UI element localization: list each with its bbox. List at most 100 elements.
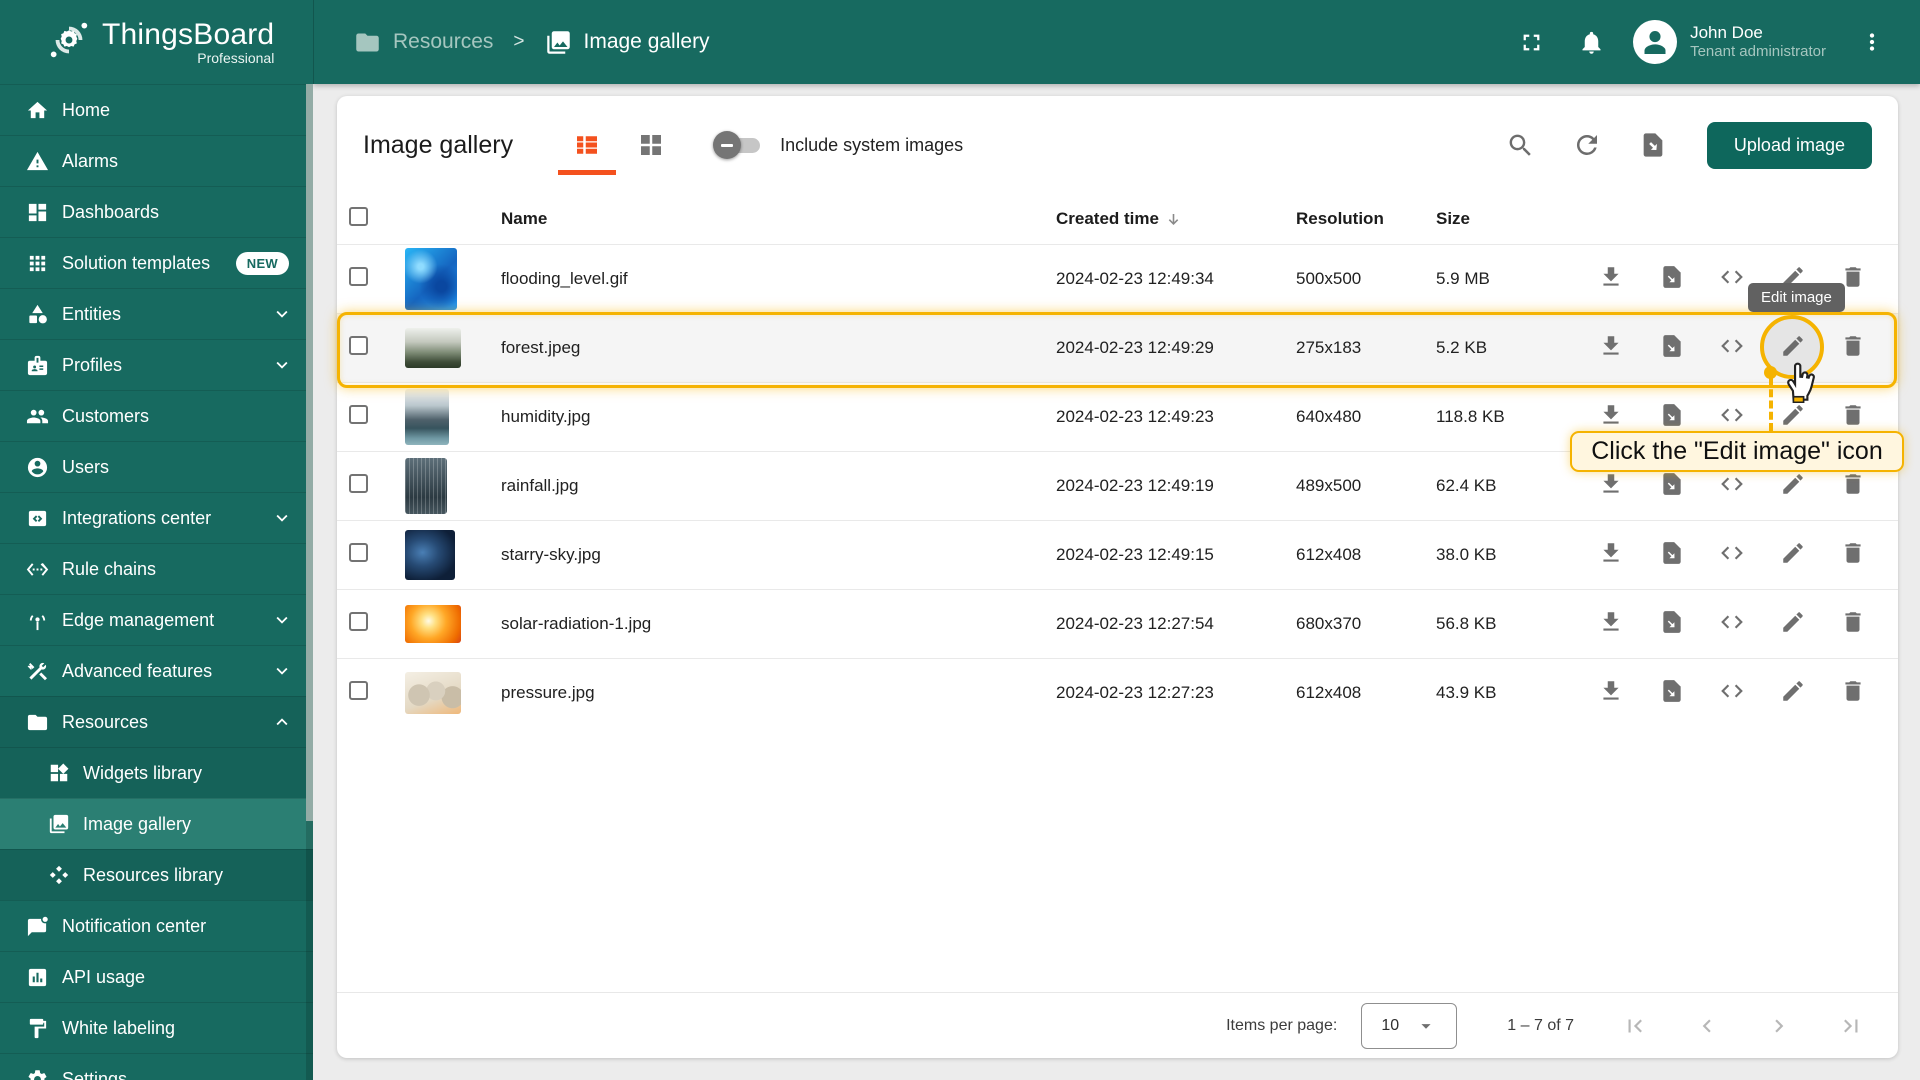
thingsboard-logo[interactable]: ThingsBoard Professional [0, 0, 313, 84]
sidebar-item-notification-center[interactable]: Notification center [0, 900, 313, 951]
delete-button[interactable] [1836, 331, 1870, 365]
edit-button[interactable] [1776, 607, 1810, 641]
next-page-button[interactable] [1766, 1013, 1792, 1039]
embed-button[interactable] [1715, 262, 1749, 296]
row-checkbox[interactable] [349, 267, 368, 286]
sidebar-item-api-usage[interactable]: API usage [0, 951, 313, 1002]
breadcrumb-resources[interactable]: Resources [354, 29, 493, 56]
upload-image-button[interactable]: Upload image [1706, 121, 1872, 169]
previous-page-button[interactable] [1694, 1013, 1720, 1039]
download-button[interactable] [1594, 400, 1628, 434]
sidebar-item-edge-management[interactable]: Edge management [0, 594, 313, 645]
avatar[interactable] [1633, 20, 1678, 64]
include-system-images-toggle[interactable] [713, 130, 765, 160]
table-row[interactable]: forest.jpeg 2024-02-23 12:49:29 275x183 5.2… [337, 313, 1898, 382]
export-button[interactable] [1655, 331, 1689, 365]
download-button[interactable] [1594, 469, 1628, 503]
column-size[interactable]: Size [1436, 209, 1586, 229]
delete-button[interactable] [1836, 400, 1870, 434]
sidebar-item-image-gallery[interactable]: Image gallery [0, 798, 313, 849]
fullscreen-button[interactable] [1507, 18, 1555, 66]
delete-button[interactable] [1836, 676, 1870, 710]
delete-button[interactable] [1836, 607, 1870, 641]
sidebar-item-entities[interactable]: Entities [0, 288, 313, 339]
sidebar-item-resources-library[interactable]: Resources library [0, 849, 313, 900]
embed-button[interactable] [1715, 469, 1749, 503]
delete-button[interactable] [1836, 262, 1870, 296]
table-row[interactable]: solar-radiation-1.jpg 2024-02-23 12:27:54… [337, 589, 1898, 658]
row-checkbox[interactable] [349, 681, 368, 700]
export-button[interactable] [1655, 607, 1689, 641]
table-row[interactable]: starry-sky.jpg 2024-02-23 12:49:15 612x408… [337, 520, 1898, 589]
tab-grid-view[interactable] [619, 113, 683, 177]
edit-button[interactable] [1776, 400, 1810, 434]
delete-icon [1840, 333, 1866, 364]
row-checkbox[interactable] [349, 336, 368, 355]
table-row[interactable]: pressure.jpg 2024-02-23 12:27:23 612x408 43… [337, 658, 1898, 727]
embed-button[interactable] [1715, 538, 1749, 572]
sidebar-item-solution-templates[interactable]: Solution templates NEW [0, 237, 313, 288]
sidebar-item-rule-chains[interactable]: Rule chains [0, 543, 313, 594]
sidebar-item-alarms[interactable]: Alarms [0, 135, 313, 186]
sidebar-item-dashboards[interactable]: Dashboards [0, 186, 313, 237]
sidebar-item-white-labeling[interactable]: White labeling [0, 1002, 313, 1053]
sidebar-item-widgets-library[interactable]: Widgets library [0, 747, 313, 798]
edit-button[interactable] [1776, 262, 1810, 296]
column-name[interactable]: Name [501, 209, 1056, 229]
export-button[interactable] [1655, 538, 1689, 572]
table-row[interactable]: humidity.jpg 2024-02-23 12:49:23 640x480 11… [337, 382, 1898, 451]
import-image-button[interactable] [1627, 119, 1679, 171]
tab-list-view[interactable] [555, 113, 619, 177]
download-button[interactable] [1594, 676, 1628, 710]
column-resolution[interactable]: Resolution [1296, 209, 1436, 229]
edit-button[interactable] [1776, 469, 1810, 503]
export-button[interactable] [1655, 469, 1689, 503]
edit-button[interactable] [1776, 676, 1810, 710]
row-checkbox[interactable] [349, 543, 368, 562]
items-per-page-select[interactable]: 10 [1361, 1002, 1458, 1049]
sidebar-item-integrations-center[interactable]: Integrations center [0, 492, 313, 543]
download-icon [1598, 471, 1624, 502]
delete-button[interactable] [1836, 538, 1870, 572]
row-checkbox[interactable] [349, 474, 368, 493]
last-page-button[interactable] [1838, 1013, 1864, 1039]
embed-button[interactable] [1715, 676, 1749, 710]
breadcrumb-separator: > [513, 31, 525, 52]
edit-button[interactable] [1776, 538, 1810, 572]
delete-button[interactable] [1836, 469, 1870, 503]
export-button[interactable] [1655, 400, 1689, 434]
download-button[interactable] [1594, 262, 1628, 296]
edit-button[interactable] [1776, 331, 1810, 365]
resolution: 489x500 [1296, 476, 1362, 495]
download-button[interactable] [1594, 538, 1628, 572]
sidebar-item-users[interactable]: Users [0, 441, 313, 492]
select-all-checkbox[interactable] [349, 207, 368, 226]
sidebar-scrollbar-thumb[interactable] [306, 84, 313, 822]
refresh-button[interactable] [1561, 119, 1613, 171]
notifications-button[interactable] [1567, 18, 1615, 66]
column-created-time[interactable]: Created time [1056, 209, 1296, 229]
sidebar-item-advanced-features[interactable]: Advanced features [0, 645, 313, 696]
table-row[interactable]: flooding_level.gif 2024-02-23 12:49:34 500… [337, 244, 1898, 313]
more-menu-button[interactable] [1848, 18, 1896, 66]
download-button[interactable] [1594, 607, 1628, 641]
embed-button[interactable] [1715, 400, 1749, 434]
sidebar-item-home[interactable]: Home [0, 84, 313, 135]
table-row[interactable]: rainfall.jpg 2024-02-23 12:49:19 489x500 62… [337, 451, 1898, 520]
search-button[interactable] [1495, 119, 1547, 171]
embed-button[interactable] [1715, 331, 1749, 365]
download-button[interactable] [1594, 331, 1628, 365]
embed-button[interactable] [1715, 607, 1749, 641]
sidebar-item-settings[interactable]: Settings [0, 1053, 313, 1080]
row-checkbox[interactable] [349, 405, 368, 424]
first-page-button[interactable] [1622, 1013, 1648, 1039]
sidebar-item-label: Solution templates [62, 252, 211, 273]
sidebar-item-customers[interactable]: Customers [0, 390, 313, 441]
row-checkbox[interactable] [349, 612, 368, 631]
sidebar-item-profiles[interactable]: Profiles [0, 339, 313, 390]
export-button[interactable] [1655, 676, 1689, 710]
sidebar-item-resources[interactable]: Resources [0, 696, 313, 747]
sidebar-scrollbar[interactable] [306, 84, 313, 1080]
user-menu[interactable]: John Doe Tenant administrator [1690, 22, 1826, 62]
export-button[interactable] [1655, 262, 1689, 296]
